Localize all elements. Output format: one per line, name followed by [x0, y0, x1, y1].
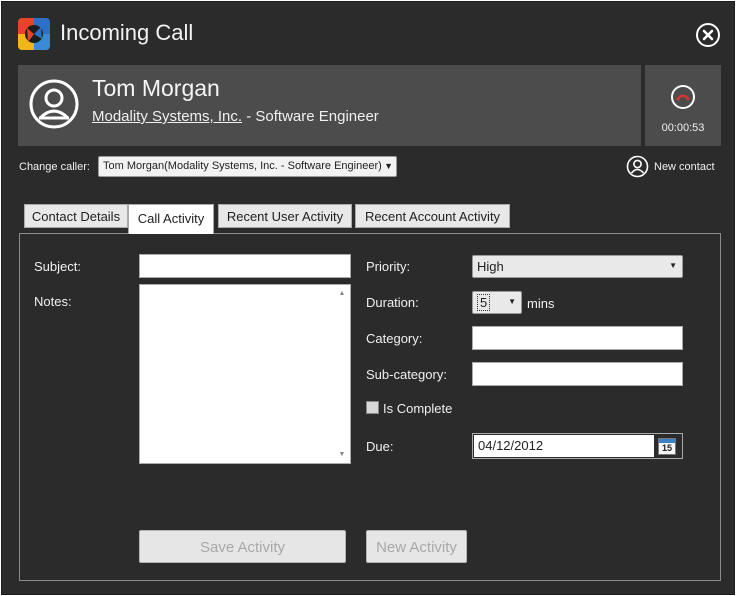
add-contact-icon — [626, 155, 649, 178]
duration-value: 5 — [477, 294, 491, 311]
call-timer: 00:00:53 — [661, 122, 705, 134]
change-caller-value: Tom Morgan(Modality Systems, Inc. - Soft… — [103, 160, 382, 172]
calendar-icon[interactable]: 15 — [658, 438, 676, 455]
is-complete-label: Is Complete — [383, 401, 453, 416]
tab-call-activity[interactable]: Call Activity — [128, 204, 214, 234]
scroll-up-icon: ▲ — [338, 290, 346, 297]
role-separator: - — [242, 108, 256, 125]
tab-recent-user-activity[interactable]: Recent User Activity — [218, 204, 352, 228]
duration-label: Duration: — [366, 295, 419, 310]
subject-label: Subject: — [34, 259, 81, 274]
due-date-input[interactable]: 04/12/2012 — [474, 435, 654, 457]
company-link[interactable]: Modality Systems, Inc. — [92, 108, 242, 125]
tab-label: Recent Account Activity — [364, 209, 501, 224]
priority-select[interactable]: High ▼ — [472, 255, 683, 278]
tab-contact-details[interactable]: Contact Details — [24, 204, 128, 228]
notes-label: Notes: — [34, 294, 72, 309]
close-button[interactable] — [696, 23, 720, 47]
notes-textarea[interactable]: ▲ ▼ — [139, 284, 351, 464]
window-title: Incoming Call — [60, 20, 194, 45]
category-input[interactable] — [472, 326, 683, 350]
caller-role: Software Engineer — [255, 108, 379, 125]
duration-select[interactable]: 5 ▼ — [472, 291, 522, 314]
tab-label: Recent User Activity — [226, 209, 344, 224]
caller-card: Tom Morgan Modality Systems, Inc. - Soft… — [18, 65, 641, 146]
new-contact-label: New contact — [654, 160, 715, 173]
hang-up-button[interactable] — [671, 85, 695, 109]
change-caller-label: Change caller: — [19, 161, 90, 173]
new-activity-button[interactable]: New Activity — [366, 530, 467, 563]
caller-details: Modality Systems, Inc. - Software Engine… — [92, 108, 379, 125]
caller-name: Tom Morgan — [92, 75, 220, 101]
priority-label: Priority: — [366, 259, 411, 274]
notes-scrollbar[interactable]: ▲ ▼ — [335, 286, 349, 462]
priority-value: High — [477, 259, 504, 274]
calendar-day: 15 — [661, 443, 672, 453]
chevron-down-icon: ▼ — [669, 261, 677, 270]
new-contact-button[interactable]: New contact — [626, 155, 715, 178]
call-control-card: 00:00:53 — [645, 65, 721, 146]
incoming-call-window: Incoming Call Tom Morgan Modality System… — [1, 1, 735, 595]
is-complete-checkbox[interactable] — [366, 401, 379, 414]
close-icon — [702, 29, 714, 41]
save-activity-button[interactable]: Save Activity — [139, 530, 346, 563]
tab-label: Call Activity — [137, 211, 205, 226]
subcategory-label: Sub-category: — [366, 367, 447, 382]
subcategory-input[interactable] — [472, 362, 683, 386]
chevron-down-icon: ▼ — [382, 161, 393, 171]
app-logo-icon — [18, 18, 50, 50]
duration-unit: mins — [527, 296, 555, 311]
due-date-picker: 04/12/2012 15 — [472, 433, 683, 459]
hang-up-phone-icon — [676, 94, 690, 101]
tab-label: Contact Details — [31, 209, 121, 224]
chevron-down-icon: ▼ — [508, 297, 516, 306]
tab-recent-account-activity[interactable]: Recent Account Activity — [355, 204, 510, 228]
contact-avatar-icon — [28, 78, 80, 130]
change-caller-select[interactable]: Tom Morgan(Modality Systems, Inc. - Soft… — [98, 156, 397, 177]
category-label: Category: — [366, 331, 423, 346]
due-label: Due: — [366, 439, 394, 454]
subject-input[interactable] — [139, 254, 351, 278]
scroll-down-icon: ▼ — [338, 451, 346, 458]
